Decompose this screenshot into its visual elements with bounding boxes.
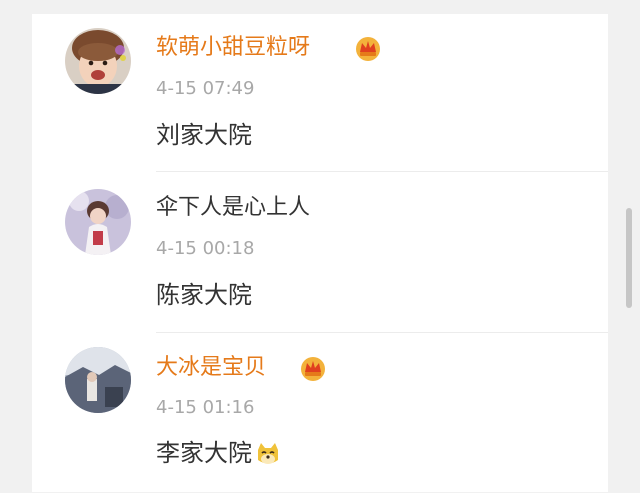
comment-time: 4-15 00:18 <box>156 238 255 259</box>
comment-list: 软萌小甜豆粒呀 4-15 07:49 刘家大院 伞下人是心上人 4-15 00:… <box>32 14 608 492</box>
username[interactable]: 软萌小甜豆粒呀 <box>156 34 310 62</box>
scrollbar[interactable] <box>626 208 632 308</box>
username[interactable]: 伞下人是心上人 <box>156 194 310 222</box>
comment-item: 软萌小甜豆粒呀 4-15 07:49 刘家大院 <box>32 14 608 172</box>
girl-avatar-icon <box>65 189 131 255</box>
username[interactable]: 大冰是宝贝 <box>156 354 266 382</box>
comment-time: 4-15 07:49 <box>156 78 255 99</box>
comment-text: 李家大院 <box>156 439 252 467</box>
comment-text: 陈家大院 <box>156 281 252 309</box>
comment-item: 伞下人是心上人 4-15 00:18 陈家大院 <box>32 172 608 333</box>
comment-text: 刘家大院 <box>156 121 252 149</box>
comment-time: 4-15 01:16 <box>156 397 255 418</box>
photo-avatar-icon <box>65 347 131 413</box>
comment-text-row: 李家大院 <box>156 438 282 468</box>
user-avatar[interactable] <box>65 28 131 94</box>
user-avatar[interactable] <box>65 347 131 413</box>
crown-vip-icon[interactable] <box>299 355 327 381</box>
user-avatar[interactable] <box>65 189 131 255</box>
doge-emoji-icon <box>258 443 278 464</box>
crown-vip-icon[interactable] <box>354 35 382 61</box>
comment-item: 大冰是宝贝 4-15 01:16 李家大院 <box>32 332 608 492</box>
baby-avatar-icon <box>65 28 131 94</box>
